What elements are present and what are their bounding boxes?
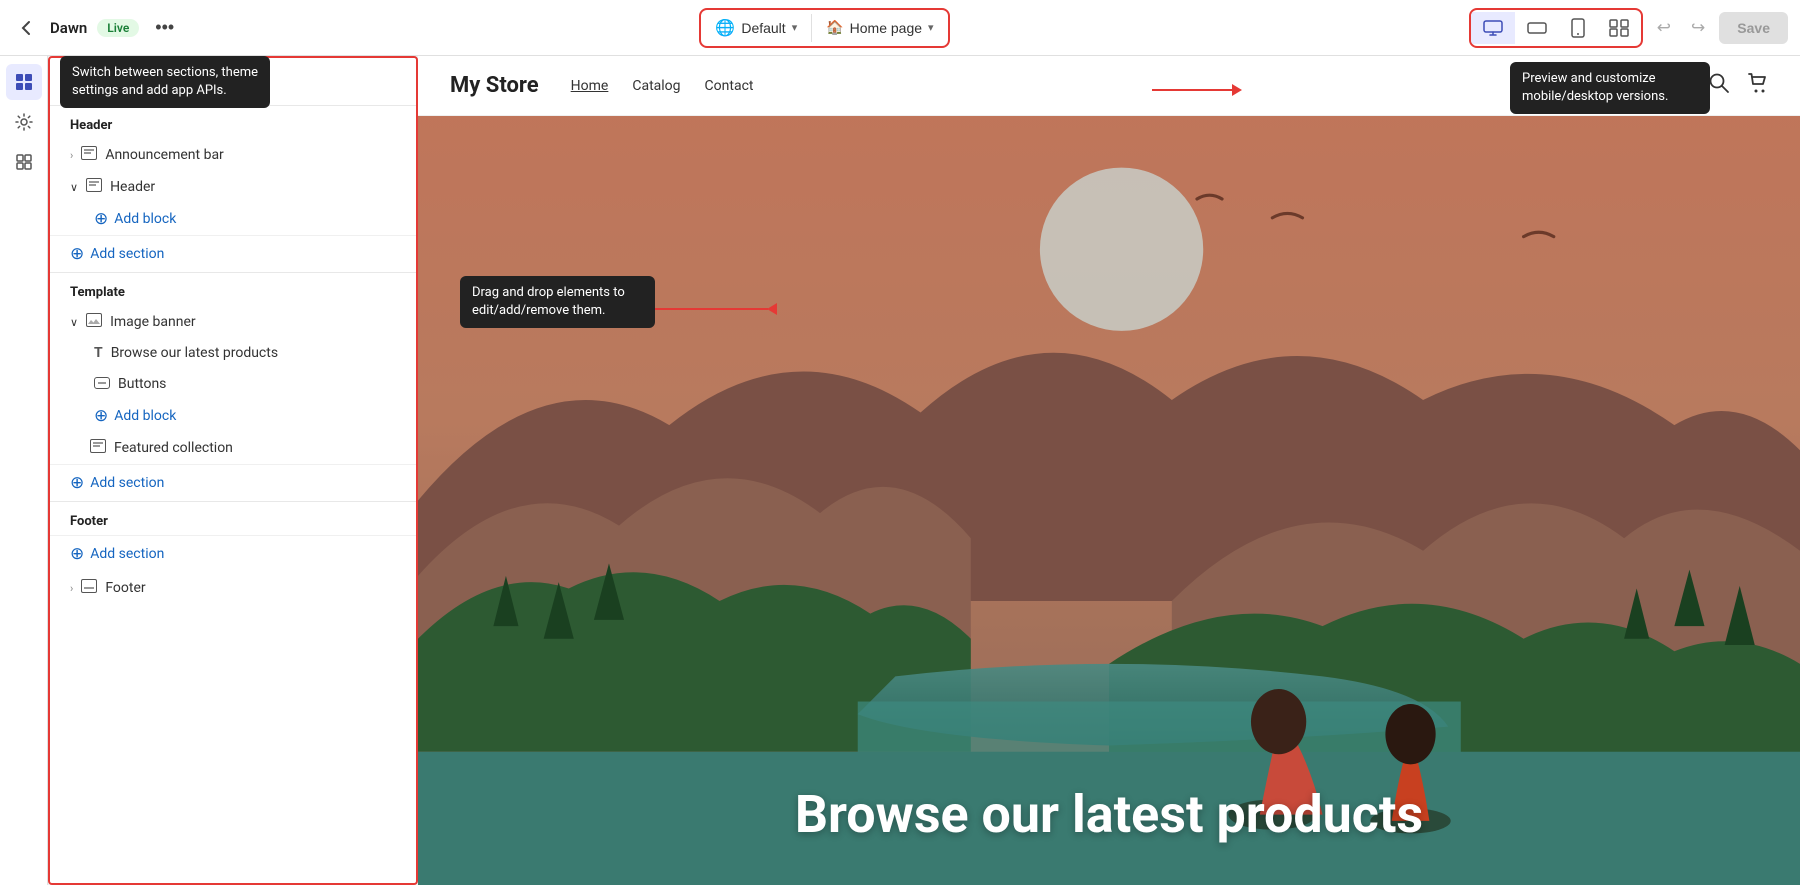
- nav-catalog[interactable]: Catalog: [632, 78, 680, 94]
- chevron-right-icon: ›: [70, 149, 73, 162]
- more-button[interactable]: •••: [149, 13, 180, 42]
- sections-panel: Home page Header › Announcement bar ∨ He…: [48, 56, 418, 885]
- top-bar-center: 🌐 Default ▾ 🏠 Home page ▾: [699, 8, 949, 48]
- chevron-down-icon: ∨: [70, 316, 78, 329]
- preview-wide-button[interactable]: [1515, 12, 1559, 44]
- pages-arrow: [1152, 84, 1242, 96]
- footer-add-section[interactable]: ⊕ Add section: [50, 535, 416, 572]
- template-group: Template ∨ Image banner T Browse our lat…: [50, 272, 416, 501]
- header-group: Header › Announcement bar ∨ Header ⊕: [50, 105, 416, 272]
- plus-circle-icon: ⊕: [70, 544, 84, 564]
- undo-button[interactable]: ↩: [1651, 12, 1677, 44]
- header-item[interactable]: ∨ Header: [50, 171, 416, 203]
- top-bar-right: ↩ ↪ Save Preview and customize mobile/de…: [1469, 8, 1788, 48]
- section-icon: [90, 439, 106, 457]
- buttons-label: Buttons: [118, 376, 166, 392]
- footer-group-label: Footer: [50, 502, 416, 535]
- browse-text-item[interactable]: T Browse our latest products: [50, 338, 416, 368]
- plus-circle-icon: ⊕: [94, 209, 108, 229]
- add-section-label: Add section: [90, 246, 164, 262]
- apps-button[interactable]: [6, 144, 42, 180]
- text-icon: T: [94, 345, 103, 361]
- chevron-down-icon: ▾: [928, 21, 934, 34]
- top-bar-left: Dawn Live ••• Switch between sections, t…: [12, 13, 180, 42]
- plus-circle-icon: ⊕: [70, 244, 84, 264]
- section-icon: [86, 178, 102, 196]
- footer-label: Footer: [105, 580, 145, 596]
- homepage-dropdown[interactable]: 🏠 Home page ▾: [812, 11, 947, 44]
- footer-group: Footer ⊕ Add section › Footer: [50, 501, 416, 604]
- top-bar: Dawn Live ••• Switch between sections, t…: [0, 0, 1800, 56]
- preview-grid-button[interactable]: [1597, 11, 1641, 45]
- section-icon: [81, 579, 97, 597]
- hero-area: Browse our latest products Drag and drop…: [418, 116, 1800, 885]
- section-icon: [86, 313, 102, 331]
- save-button[interactable]: Save: [1719, 12, 1788, 44]
- sections-tooltip: Switch between sections, theme settings …: [60, 56, 270, 108]
- icon-sidebar: [0, 56, 48, 885]
- preview-buttons: [1469, 8, 1643, 48]
- home-icon: 🏠: [826, 19, 843, 36]
- hero-heading: Browse our latest products: [418, 784, 1800, 845]
- preview-tooltip: Preview and customize mobile/desktop ver…: [1510, 62, 1710, 114]
- store-nav-links: Home Catalog Contact: [571, 78, 754, 94]
- featured-collection-label: Featured collection: [114, 440, 233, 456]
- buttons-item[interactable]: Buttons: [50, 368, 416, 400]
- image-banner-add-block[interactable]: ⊕ Add block: [50, 400, 416, 432]
- add-section-label: Add section: [90, 546, 164, 562]
- nav-home[interactable]: Home: [571, 78, 609, 94]
- image-banner-item[interactable]: ∨ Image banner: [50, 306, 416, 338]
- announcement-bar-item[interactable]: › Announcement bar: [50, 139, 416, 171]
- chevron-right-icon: ›: [70, 582, 73, 595]
- browse-label: Browse our latest products: [111, 345, 278, 361]
- theme-name: Dawn: [50, 19, 87, 37]
- button-icon: [94, 375, 110, 393]
- add-section-label: Add section: [90, 475, 164, 491]
- announcement-bar-label: Announcement bar: [105, 147, 224, 163]
- header-label: Header: [110, 179, 155, 195]
- store-preview: My Store Home Catalog Contact: [418, 56, 1800, 885]
- template-add-section[interactable]: ⊕ Add section: [50, 464, 416, 501]
- back-button[interactable]: [12, 14, 40, 42]
- plus-circle-icon: ⊕: [94, 406, 108, 426]
- preview-area: My Store Home Catalog Contact: [418, 56, 1800, 885]
- drag-drop-arrow: [648, 303, 777, 315]
- sections-button[interactable]: [6, 64, 42, 100]
- drag-drop-tooltip: Drag and drop elements to edit/add/remov…: [460, 276, 655, 328]
- globe-icon: 🌐: [715, 18, 735, 38]
- live-badge: Live: [97, 19, 139, 37]
- preview-mobile-button[interactable]: [1559, 10, 1597, 46]
- header-add-section[interactable]: ⊕ Add section: [50, 235, 416, 272]
- nav-contact[interactable]: Contact: [705, 78, 754, 94]
- header-group-label: Header: [50, 106, 416, 139]
- hero-text-overlay: Browse our latest products: [418, 784, 1800, 845]
- settings-button[interactable]: [6, 104, 42, 140]
- template-group-label: Template: [50, 273, 416, 306]
- add-block-label: Add block: [114, 408, 176, 424]
- image-banner-label: Image banner: [110, 314, 196, 330]
- chevron-down-icon: ▾: [792, 21, 798, 34]
- featured-collection-item[interactable]: Featured collection: [50, 432, 416, 464]
- cart-icon[interactable]: [1746, 72, 1768, 99]
- section-icon: [81, 146, 97, 164]
- store-logo: My Store: [450, 73, 539, 98]
- footer-item[interactable]: › Footer: [50, 572, 416, 604]
- plus-circle-icon: ⊕: [70, 473, 84, 493]
- add-block-label: Add block: [114, 211, 176, 227]
- store-nav-right: [1708, 72, 1768, 99]
- header-add-block[interactable]: ⊕ Add block: [50, 203, 416, 235]
- chevron-down-icon: ∨: [70, 181, 78, 194]
- main-layout: Home page Header › Announcement bar ∨ He…: [0, 56, 1800, 885]
- redo-button[interactable]: ↪: [1685, 12, 1711, 44]
- default-dropdown[interactable]: 🌐 Default ▾: [701, 10, 811, 46]
- preview-desktop-button[interactable]: [1471, 12, 1515, 44]
- hero-illustration: [418, 116, 1800, 885]
- search-icon[interactable]: [1708, 72, 1730, 99]
